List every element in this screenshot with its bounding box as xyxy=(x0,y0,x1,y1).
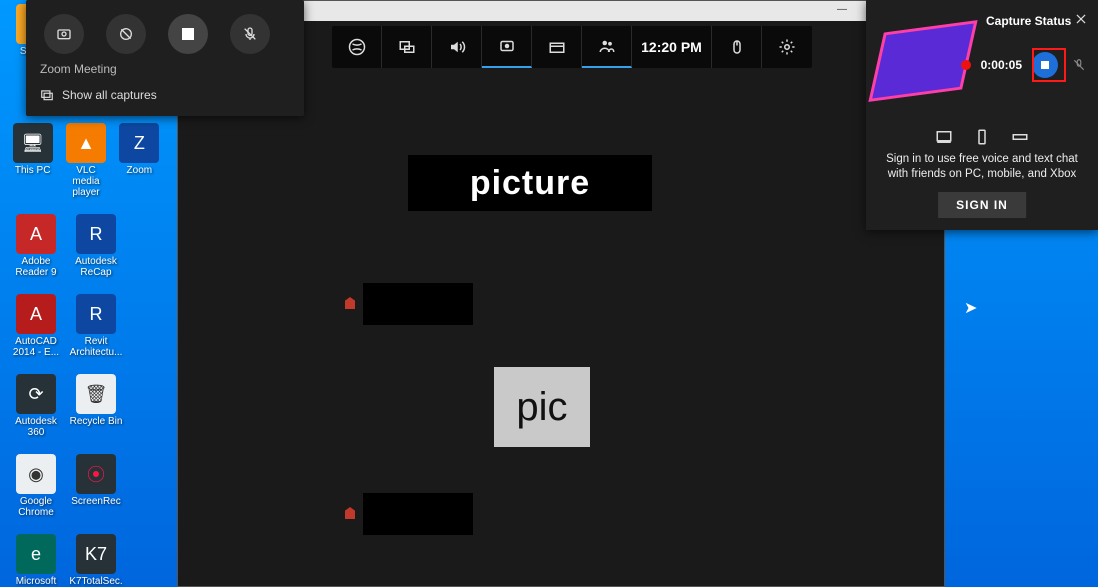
shared-screen-label: picture xyxy=(408,155,652,211)
icon-label: Zoom xyxy=(115,165,164,176)
screenshot-button[interactable] xyxy=(44,14,84,54)
mouse-icon[interactable] xyxy=(712,26,762,68)
xbox-icon[interactable] xyxy=(332,26,382,68)
annotation-highlight xyxy=(1032,48,1066,82)
desktop-icon-edge[interactable]: eMicrosoft Edge xyxy=(8,534,64,587)
icon-label: VLC media player xyxy=(61,165,110,198)
device-icons xyxy=(866,128,1098,146)
desktop-icon-revit[interactable]: RRevit Architectu... xyxy=(68,294,124,358)
close-icon[interactable] xyxy=(1074,12,1088,31)
icon-label: This PC xyxy=(8,165,57,176)
record-toggle-button[interactable] xyxy=(168,14,208,54)
desktop-icon-thispc[interactable]: 🖥This PC xyxy=(8,123,57,198)
status-title: Capture Status xyxy=(986,14,1071,28)
minimize-button[interactable]: — xyxy=(828,4,856,18)
mic-toggle-button[interactable] xyxy=(230,14,270,54)
icon-label: Adobe Reader 9 xyxy=(8,256,64,278)
status-panel: Capture Status 0:00:05 Sign in to use fr… xyxy=(866,0,1098,230)
gamebar-clock: 12:20 PM xyxy=(632,26,712,68)
social-icon[interactable] xyxy=(582,26,632,68)
mic-mute-button[interactable] xyxy=(1068,54,1090,76)
console-icon xyxy=(1010,128,1030,146)
desktop-icon-k7[interactable]: K7K7TotalSec... xyxy=(68,534,124,587)
signin-button[interactable]: SIGN IN xyxy=(938,192,1026,218)
participant-thumb-2[interactable]: pic xyxy=(494,367,590,447)
desktop-icon-adobe[interactable]: AAdobe Reader 9 xyxy=(8,214,64,278)
pc-icon xyxy=(934,128,954,146)
participant-thumb-3[interactable] xyxy=(363,493,473,535)
mobile-icon xyxy=(972,128,992,146)
capture-app-title: Zoom Meeting xyxy=(26,62,304,82)
recording-indicator-icon xyxy=(961,60,971,70)
show-all-captures[interactable]: Show all captures xyxy=(26,82,304,108)
icon-label: Revit Architectu... xyxy=(68,336,124,358)
gamebar-toolbar: 12:20 PM xyxy=(332,26,812,68)
icon-label: Microsoft Edge xyxy=(8,576,64,587)
icon-label: Recycle Bin xyxy=(68,416,124,427)
desktop-icon-vlc[interactable]: ▲VLC media player xyxy=(61,123,110,198)
settings-icon[interactable] xyxy=(762,26,812,68)
icon-label: AutoCAD 2014 - E... xyxy=(8,336,64,358)
recording-timer: 0:00:05 xyxy=(981,58,1022,72)
signin-message: Sign in to use free voice and text chat … xyxy=(880,152,1084,182)
desktop-icon-chrome[interactable]: ◉Google Chrome xyxy=(8,454,64,518)
capture-widget: Zoom Meeting Show all captures xyxy=(26,0,304,116)
desktop-icon-screenrec[interactable]: ⦿ScreenRec xyxy=(68,454,124,518)
show-all-label: Show all captures xyxy=(62,88,157,102)
record-last-button[interactable] xyxy=(106,14,146,54)
desktop-icon-zoom[interactable]: ZZoom xyxy=(115,123,164,198)
desktop-icon-a360[interactable]: ⟳Autodesk 360 xyxy=(8,374,64,438)
desktop-icon-recap[interactable]: RAutodesk ReCap xyxy=(68,214,124,278)
icon-label: Autodesk ReCap xyxy=(68,256,124,278)
icon-label: Autodesk 360 xyxy=(8,416,64,438)
gallery-icon xyxy=(40,88,54,102)
recording-timer-row: 0:00:05 xyxy=(961,52,1090,78)
performance-icon[interactable] xyxy=(532,26,582,68)
icon-label: Google Chrome xyxy=(8,496,64,518)
icon-label: K7TotalSec... xyxy=(68,576,124,587)
desktop-icon-recycle[interactable]: 🗑Recycle Bin xyxy=(68,374,124,438)
capture-buttons-row xyxy=(26,0,304,62)
audio-icon[interactable] xyxy=(432,26,482,68)
desktop-icon-autocad[interactable]: AAutoCAD 2014 - E... xyxy=(8,294,64,358)
participant-thumb-1[interactable] xyxy=(363,283,473,325)
capture-icon[interactable] xyxy=(482,26,532,68)
widgets-icon[interactable] xyxy=(382,26,432,68)
icon-label: ScreenRec xyxy=(68,496,124,507)
